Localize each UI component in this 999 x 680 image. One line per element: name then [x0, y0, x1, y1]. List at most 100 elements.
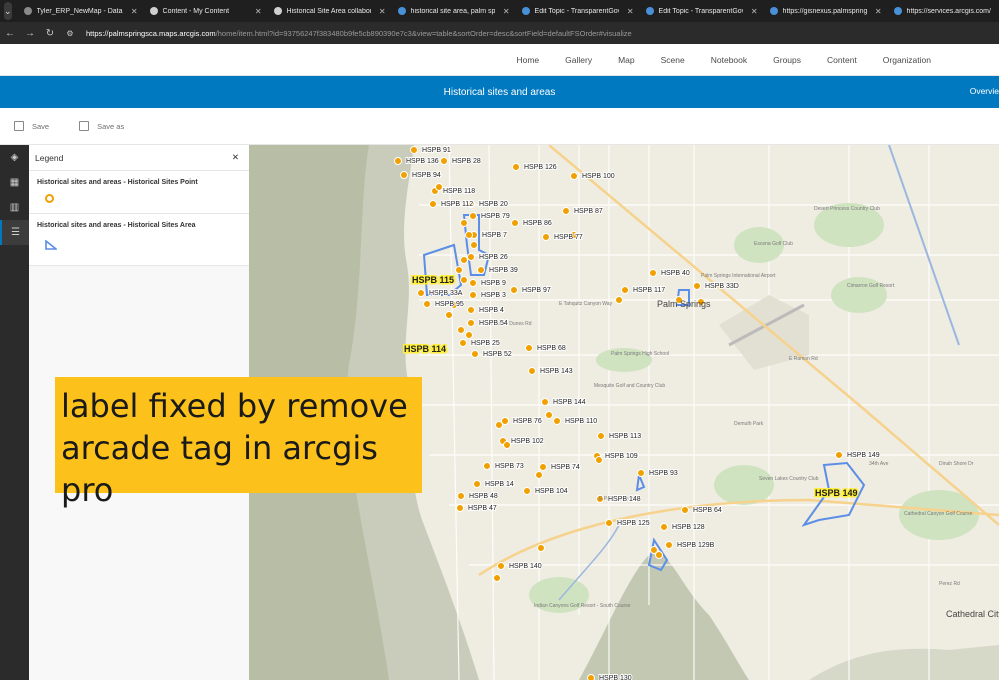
- nav-content[interactable]: Content: [827, 55, 857, 65]
- nav-organization[interactable]: Organization: [883, 55, 931, 65]
- site-point[interactable]: [460, 276, 468, 284]
- site-point[interactable]: [455, 266, 463, 274]
- close-icon[interactable]: ✕: [232, 152, 239, 163]
- site-point[interactable]: [429, 200, 437, 208]
- site-point[interactable]: [537, 544, 545, 552]
- tab-search-menu-icon[interactable]: ⌄: [4, 2, 12, 20]
- site-point[interactable]: [655, 551, 663, 559]
- browser-tab[interactable]: Edit Topic - TransparentGov ✕: [640, 0, 764, 22]
- site-point[interactable]: [495, 421, 503, 429]
- site-point[interactable]: [511, 219, 519, 227]
- site-point[interactable]: [597, 432, 605, 440]
- site-point[interactable]: [665, 541, 673, 549]
- refresh-icon[interactable]: ↻: [40, 28, 60, 39]
- nav-groups[interactable]: Groups: [773, 55, 801, 65]
- tab-close-icon[interactable]: ✕: [751, 7, 758, 16]
- site-point[interactable]: [605, 519, 613, 527]
- back-icon[interactable]: ←: [0, 28, 20, 39]
- site-point[interactable]: [410, 146, 418, 154]
- tab-close-icon[interactable]: ✕: [379, 7, 386, 16]
- forward-icon[interactable]: →: [20, 28, 40, 39]
- site-point[interactable]: [542, 233, 550, 241]
- browser-tab[interactable]: Edit Topic - TransparentGov ✕: [516, 0, 640, 22]
- site-point[interactable]: [539, 463, 547, 471]
- site-point[interactable]: [681, 506, 689, 514]
- site-point[interactable]: [693, 282, 701, 290]
- site-point[interactable]: [473, 480, 481, 488]
- site-point[interactable]: [493, 574, 501, 582]
- browser-tab[interactable]: historical site area, palm spring ✕: [392, 0, 516, 22]
- site-point[interactable]: [440, 157, 448, 165]
- browser-tab[interactable]: https://services.arcgis.com/f4✕: [888, 0, 999, 22]
- table-icon[interactable]: ▦: [0, 170, 29, 195]
- save-button[interactable]: Save: [14, 121, 49, 131]
- site-point[interactable]: [587, 674, 595, 680]
- tab-close-icon[interactable]: ✕: [503, 7, 510, 16]
- site-point[interactable]: [595, 456, 603, 464]
- site-point[interactable]: [435, 183, 443, 191]
- nav-home[interactable]: Home: [516, 55, 539, 65]
- site-point[interactable]: [541, 398, 549, 406]
- browser-tab[interactable]: Historical Site Area collaboratio ✕: [268, 0, 392, 22]
- nav-notebook[interactable]: Notebook: [711, 55, 747, 65]
- site-point[interactable]: [510, 286, 518, 294]
- site-point[interactable]: [460, 219, 468, 227]
- site-point[interactable]: [400, 171, 408, 179]
- nav-gallery[interactable]: Gallery: [565, 55, 592, 65]
- site-point[interactable]: [535, 471, 543, 479]
- site-point[interactable]: [467, 319, 475, 327]
- browser-tab[interactable]: Content - My Content ✕: [144, 0, 268, 22]
- site-point[interactable]: [835, 451, 843, 459]
- site-point[interactable]: [417, 289, 425, 297]
- site-point[interactable]: [545, 411, 553, 419]
- tab-close-icon[interactable]: ✕: [875, 7, 882, 16]
- tab-close-icon[interactable]: ✕: [627, 7, 634, 16]
- save-as-button[interactable]: Save as: [79, 121, 124, 131]
- site-point[interactable]: [457, 492, 465, 500]
- site-point[interactable]: [562, 207, 570, 215]
- site-point[interactable]: [469, 279, 477, 287]
- tab-overview[interactable]: Overvie: [970, 86, 999, 96]
- tab-close-icon[interactable]: ✕: [131, 7, 138, 16]
- browser-tab[interactable]: Tyler_ERP_NewMap - Data ✕: [18, 0, 144, 22]
- tab-close-icon[interactable]: ✕: [255, 7, 262, 16]
- site-point[interactable]: [459, 339, 467, 347]
- site-point[interactable]: [615, 296, 623, 304]
- site-point[interactable]: [660, 523, 668, 531]
- url-field[interactable]: https://palmspringsca.maps.arcgis.com/ho…: [86, 29, 632, 38]
- site-point[interactable]: [497, 562, 505, 570]
- site-point[interactable]: [465, 231, 473, 239]
- site-point[interactable]: [467, 253, 475, 261]
- site-point[interactable]: [637, 469, 645, 477]
- site-point[interactable]: [456, 504, 464, 512]
- site-point[interactable]: [471, 350, 479, 358]
- chart-icon[interactable]: ▥: [0, 195, 29, 220]
- site-point[interactable]: [457, 326, 465, 334]
- site-point[interactable]: [469, 212, 477, 220]
- legend-icon[interactable]: ☰: [0, 220, 29, 245]
- site-point[interactable]: [523, 487, 531, 495]
- site-point[interactable]: [570, 172, 578, 180]
- site-point[interactable]: [553, 417, 561, 425]
- site-point[interactable]: [470, 241, 478, 249]
- site-point[interactable]: [649, 269, 657, 277]
- site-settings-icon[interactable]: ⚙: [60, 29, 80, 38]
- site-point[interactable]: [525, 344, 533, 352]
- site-point[interactable]: [469, 291, 477, 299]
- nav-scene[interactable]: Scene: [661, 55, 685, 65]
- site-point[interactable]: [423, 300, 431, 308]
- browser-tab[interactable]: https://gisnexus.palmspringsca ✕: [764, 0, 888, 22]
- site-point[interactable]: [394, 157, 402, 165]
- site-point[interactable]: [512, 163, 520, 171]
- layers-icon[interactable]: ◈: [0, 145, 29, 170]
- site-point[interactable]: [445, 311, 453, 319]
- site-point[interactable]: [503, 441, 511, 449]
- site-point[interactable]: [460, 256, 468, 264]
- site-point[interactable]: [477, 266, 485, 274]
- site-point[interactable]: [621, 286, 629, 294]
- site-point[interactable]: [465, 331, 473, 339]
- nav-map[interactable]: Map: [618, 55, 635, 65]
- site-point[interactable]: [528, 367, 536, 375]
- site-point[interactable]: [483, 462, 491, 470]
- site-point[interactable]: [467, 306, 475, 314]
